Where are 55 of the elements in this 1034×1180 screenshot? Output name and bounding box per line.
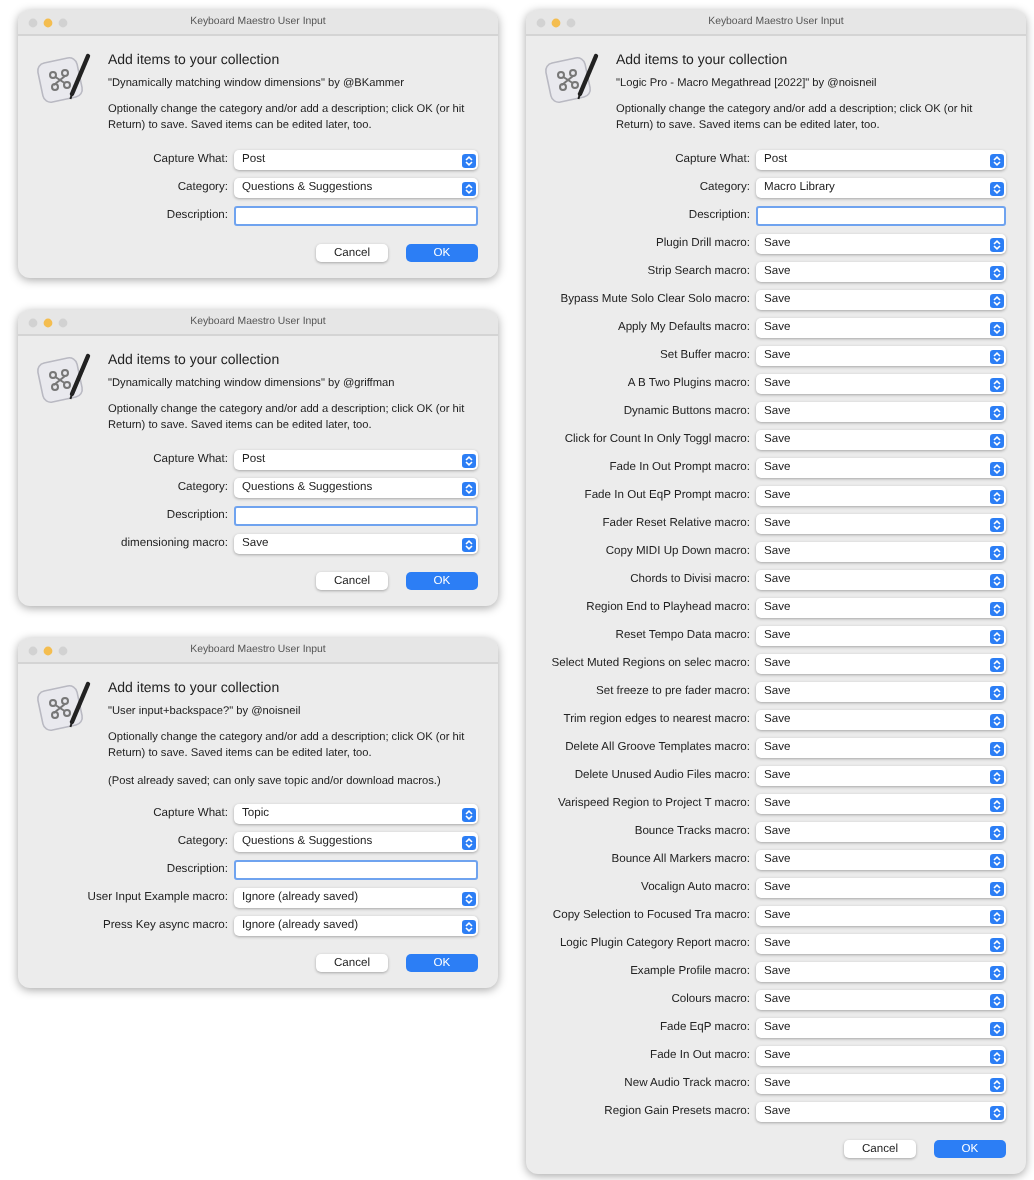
stepper-icon (989, 321, 1003, 336)
stepper-icon (989, 601, 1003, 616)
stepper-icon (461, 453, 475, 468)
app-icon (34, 350, 94, 407)
stepper-icon (461, 181, 475, 196)
stepper-icon (989, 685, 1003, 700)
stepper-icon (989, 993, 1003, 1008)
window-control-dots-icon[interactable] (28, 17, 72, 27)
stepper-icon (461, 919, 475, 934)
stepper-icon (989, 1049, 1003, 1064)
stepper-icon (989, 825, 1003, 840)
stepper-icon (989, 461, 1003, 476)
description-field[interactable] (234, 860, 478, 881)
app-icon (34, 678, 94, 735)
stepper-icon (989, 433, 1003, 448)
stepper-icon (989, 629, 1003, 644)
stepper-icon (989, 517, 1003, 532)
window-control-dots-icon[interactable] (536, 17, 580, 27)
stepper-icon (461, 807, 475, 822)
stepper-icon (461, 481, 475, 496)
stepper-icon (461, 835, 475, 850)
stepper-icon (989, 1105, 1003, 1120)
stepper-icon (989, 965, 1003, 980)
stepper-icon (989, 769, 1003, 784)
stepper-icon (461, 891, 475, 906)
stepper-icon (989, 1077, 1003, 1092)
stepper-icon (989, 377, 1003, 392)
stepper-icon (989, 713, 1003, 728)
window-control-dots-icon[interactable] (28, 317, 72, 328)
stepper-icon (461, 153, 475, 168)
stepper-icon (989, 237, 1003, 252)
description-field[interactable] (234, 506, 478, 527)
description-field[interactable] (756, 206, 1006, 227)
stepper-icon (989, 181, 1003, 196)
description-field[interactable] (234, 206, 478, 227)
stepper-icon (989, 545, 1003, 560)
stepper-icon (989, 153, 1003, 168)
stepper-icon (989, 349, 1003, 364)
stepper-icon (461, 537, 475, 552)
stepper-icon (989, 489, 1003, 504)
stepper-icon (989, 853, 1003, 868)
stepper-icon (989, 797, 1003, 812)
app-icon (34, 50, 94, 106)
stepper-icon (989, 909, 1003, 924)
stepper-icon (989, 741, 1003, 756)
stepper-icon (989, 405, 1003, 420)
app-icon (542, 50, 602, 106)
stepper-icon (989, 881, 1003, 896)
stepper-icon (989, 937, 1003, 952)
stepper-icon (989, 657, 1003, 672)
stepper-icon (989, 573, 1003, 588)
stepper-icon (989, 1021, 1003, 1036)
stepper-icon (989, 293, 1003, 308)
stepper-icon (989, 265, 1003, 280)
window-control-dots-icon[interactable] (28, 645, 72, 656)
